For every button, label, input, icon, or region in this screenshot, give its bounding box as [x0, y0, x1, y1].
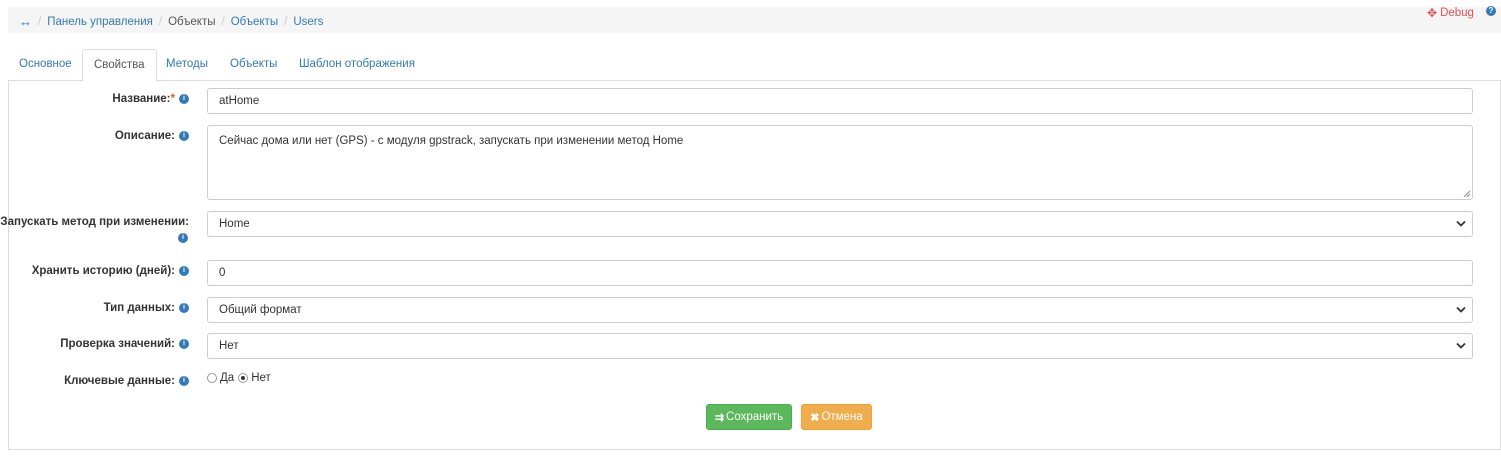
validation-select[interactable]: Нет — [207, 333, 1473, 359]
data-type-label: Тип данных: i — [104, 302, 189, 314]
key-data-yes-radio[interactable] — [207, 373, 217, 383]
description-textarea[interactable]: Сейчас дома или нет (GPS) - с модуля gps… — [207, 125, 1473, 200]
info-icon[interactable]: i — [179, 94, 189, 104]
key-data-no-radio[interactable] — [238, 373, 249, 383]
key-data-radio-group: Да Нет — [207, 372, 271, 384]
chevron-down-icon — [1456, 342, 1466, 349]
breadcrumb-bar: ↔ / Панель управления / Объекты / Объект… — [8, 7, 1501, 33]
save-icon: ⇉ — [714, 411, 725, 424]
info-icon[interactable]: i — [179, 131, 189, 141]
tab-display-template[interactable]: Шаблон отображения — [288, 49, 426, 81]
cancel-icon: ✖ — [810, 411, 820, 424]
key-data-yes-label: Да — [220, 372, 235, 384]
validation-label: Проверка значений: i — [60, 338, 189, 350]
bug-icon: ✥ — [1427, 6, 1438, 20]
tab-objects[interactable]: Объекты — [219, 49, 288, 81]
tab-main[interactable]: Основное — [8, 49, 83, 81]
keep-history-label: Хранить историю (дней): i — [32, 265, 189, 277]
name-input[interactable]: atHome — [207, 88, 1473, 114]
data-type-select[interactable]: Общий формат — [207, 297, 1473, 323]
breadcrumb-item-users[interactable]: Users — [293, 16, 323, 28]
horizontal-arrows-icon[interactable]: ↔ — [19, 14, 32, 29]
chevron-down-icon — [1456, 220, 1466, 227]
debug-label: Debug — [1440, 7, 1474, 19]
description-label: Описание: i — [115, 130, 189, 142]
info-icon[interactable]: i — [179, 266, 189, 276]
keep-history-input[interactable]: 0 — [207, 260, 1473, 286]
breadcrumb: ↔ / Панель управления / Объекты / Объект… — [19, 14, 324, 29]
cancel-button[interactable]: ✖ Отмена — [801, 404, 872, 430]
onchange-method-select[interactable]: Home — [207, 211, 1473, 237]
required-mark: * — [170, 93, 175, 105]
info-icon[interactable]: i — [178, 233, 188, 243]
breadcrumb-item-objects[interactable]: Объекты — [231, 16, 278, 28]
key-data-no-label: Нет — [251, 372, 271, 384]
tab-bar: Основное Свойства Методы Объекты Шаблон … — [8, 49, 1501, 82]
info-icon[interactable]: i — [179, 339, 189, 349]
info-icon[interactable]: i — [179, 376, 189, 386]
breadcrumb-item-objects-current: Объекты — [168, 15, 216, 28]
onchange-method-label: Запускать метод при изменении: i — [0, 216, 189, 243]
breadcrumb-item-control-panel[interactable]: Панель управления — [47, 16, 153, 28]
resize-grip-icon[interactable] — [1462, 189, 1470, 197]
tab-properties[interactable]: Свойства — [82, 49, 157, 82]
question-circle-icon: ? — [1486, 6, 1496, 16]
info-icon[interactable]: i — [179, 303, 189, 313]
save-button[interactable]: ⇉ Сохранить — [706, 404, 792, 430]
tab-methods[interactable]: Методы — [155, 49, 219, 81]
key-data-label: Ключевые данные: i — [64, 375, 189, 387]
help-button[interactable]: ? — [1486, 6, 1496, 16]
chevron-down-icon — [1456, 306, 1466, 313]
description-text: Сейчас дома или нет (GPS) - с модуля gps… — [219, 135, 684, 147]
name-label: Название: * i — [112, 93, 189, 105]
debug-link[interactable]: ✥ Debug — [1427, 6, 1474, 20]
